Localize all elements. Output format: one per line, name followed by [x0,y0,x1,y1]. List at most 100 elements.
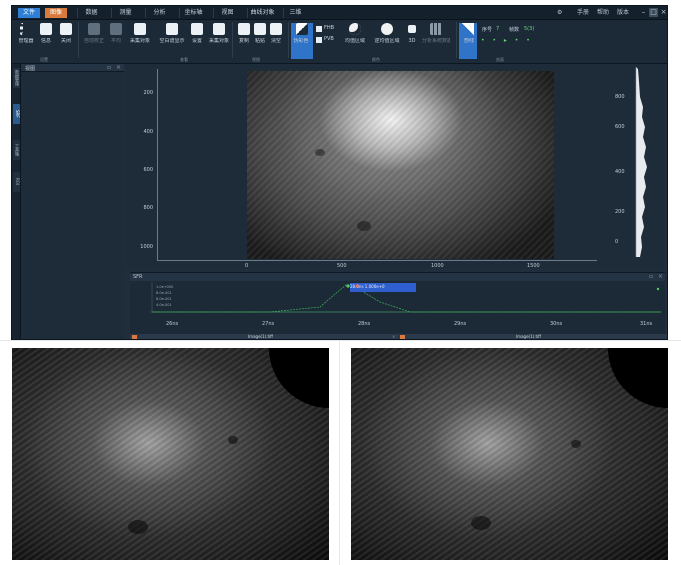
inverse-mean-region-button[interactable]: 逆均值区域 [374,23,400,53]
group-label-display: 视图 [252,57,260,62]
frames-value[interactable]: 5(3) [524,26,534,32]
y-tick-label: 600 [143,167,153,173]
svg-text:4.0e-001: 4.0e-001 [156,303,172,307]
3d-view-button[interactable]: 3D [402,23,422,53]
sfr-curve-plot[interactable]: 1.0e+000 8.0e-001 6.0e-001 4.0e-001 [150,282,661,319]
mean-region-button[interactable]: 均值区域 [345,23,365,53]
speckle-photo-right [351,348,668,560]
menu-bar: 文件 图像 数据 测量 分析 坐标轴 视图 曲线对象 三维 ⚙ 手册 帮助 版本… [12,6,667,20]
average-icon [110,23,122,35]
y-tick-label: 200 [143,90,153,96]
image-viewer[interactable]: 200 400 600 800 1000 0 500 1000 1500 800… [125,64,665,269]
group-label-profile: 剖面 [496,57,504,62]
sfr-title: SFR [133,274,143,280]
sfr-panel: SFR ▫ × 1.0e+000 8.0e-001 6.0e-001 4.0e-… [130,272,665,334]
settings-icon [191,23,203,35]
x-tick-label: 500 [337,263,347,269]
y-tick-label: 400 [143,129,153,135]
histogram-plot [630,67,665,257]
analysis-data-button[interactable]: 分析系统数据 [422,23,450,53]
left-panel-title: 视图 [25,66,36,72]
menu-analysis[interactable]: 分析 [145,8,173,18]
sfr-x-tick: 26ns [166,321,179,327]
doc-tab-close-icon[interactable]: × [392,334,395,339]
section-divider [339,341,340,565]
menu-help[interactable]: 帮助 [597,8,609,18]
speckle-photo-left [12,348,329,560]
vertical-tab-strip: 数据管理 SRF 工具箱 ROI [12,64,21,339]
sfr-tooltip: 28.0ns 1.000e+0 [350,284,385,289]
svg-text:1.0e+000: 1.0e+000 [156,285,173,289]
minimize-icon[interactable]: – [639,8,648,17]
speckle-image[interactable] [247,71,554,259]
tab-data-manager[interactable]: 数据管理 [13,68,20,88]
playback-controls[interactable]: • • ▸ • • [481,37,533,44]
x-tick-label: 0 [245,263,249,269]
mean-region-icon [349,23,361,35]
capture-object-button[interactable]: 采集对象 [209,23,229,53]
frames-label: 帧数 [509,27,520,33]
pin-icon[interactable]: ▫ [649,273,653,280]
sfr-x-tick: 29ns [454,321,467,327]
menu-axis[interactable]: 坐标轴 [179,8,207,18]
index-value[interactable]: 7 [496,26,499,32]
menu-data[interactable]: 数据 [77,8,105,18]
section-divider [0,340,681,341]
close-file-button[interactable]: 关闭 [56,23,76,53]
close-file-icon [60,23,72,35]
y-tick-label: 800 [143,205,153,211]
left-panel: 视图 ▫ × [21,64,124,339]
menu-view[interactable]: 视图 [213,8,241,18]
x-tick-label: 1000 [431,263,444,269]
inverse-mean-region-icon [381,23,393,35]
maximize-icon[interactable]: □ [649,8,658,17]
y-tick-label: 1000 [140,244,153,250]
pseudo-color-button[interactable]: 伪彩色 [291,23,313,59]
sfr-x-tick: 30ns [550,321,563,327]
paste-icon [254,23,266,35]
sfr-header: SFR ▫ × [130,273,665,281]
pvb-checkbox[interactable] [316,37,322,43]
tab-roi[interactable]: ROI [13,172,20,192]
tab-toolbox[interactable]: 工具箱 [13,140,20,160]
left-panel-header: 视图 ▫ × [21,64,124,72]
fhb-label: FHB [324,25,335,31]
gear-icon[interactable]: ⚙ [557,8,562,18]
panel-close-icon[interactable]: × [658,273,663,280]
fhb-checkbox[interactable] [316,26,322,32]
auto-correct-button[interactable]: 自动校正 [84,23,104,53]
sfr-x-tick: 31ns [640,321,653,327]
blank-spectrum-button[interactable]: 空白谱显示 [159,23,185,53]
clear-icon [270,23,282,35]
capture-button[interactable]: 采集对象 [130,23,150,53]
doc-tab-left[interactable]: Image(1).tiff [248,334,273,339]
average-button[interactable]: 平均 [106,23,126,53]
menu-version[interactable]: 版本 [617,8,629,18]
menu-curve[interactable]: 曲线对象 [247,8,277,18]
clear-button[interactable]: 清空 [266,23,286,53]
close-icon[interactable]: × [659,8,667,17]
sfr-x-tick: 28ns [358,321,371,327]
doc-tab-right[interactable]: Image(1).tiff [516,334,541,339]
pin-icon[interactable]: ▫ [107,64,111,71]
manager-icon [20,23,32,35]
tab-srf[interactable]: SRF [13,104,20,124]
grid-icon [430,23,442,35]
x-tick-label: 1500 [527,263,540,269]
menu-measure[interactable]: 测量 [111,8,139,18]
menu-manual[interactable]: 手册 [577,8,589,18]
menu-3d[interactable]: 三维 [283,8,307,18]
panel-close-icon[interactable]: × [116,64,121,71]
settings-button[interactable]: 设置 [187,23,207,53]
menu-image[interactable]: 图像 [45,8,67,18]
hist-tick-label: 600 [615,124,625,130]
x-axis-line [157,260,597,261]
svg-text:6.0e-001: 6.0e-001 [156,297,172,301]
capture-object-icon [213,23,225,35]
profile-button[interactable]: 剖线 [459,23,477,59]
menu-file[interactable]: 文件 [18,8,40,18]
app-window: 文件 图像 数据 测量 分析 坐标轴 视图 曲线对象 三维 ⚙ 手册 帮助 版本… [11,5,668,340]
group-label-color: 颜色 [372,57,380,62]
pvb-label: PVB [324,36,334,42]
hist-tick-label: 200 [615,209,625,215]
